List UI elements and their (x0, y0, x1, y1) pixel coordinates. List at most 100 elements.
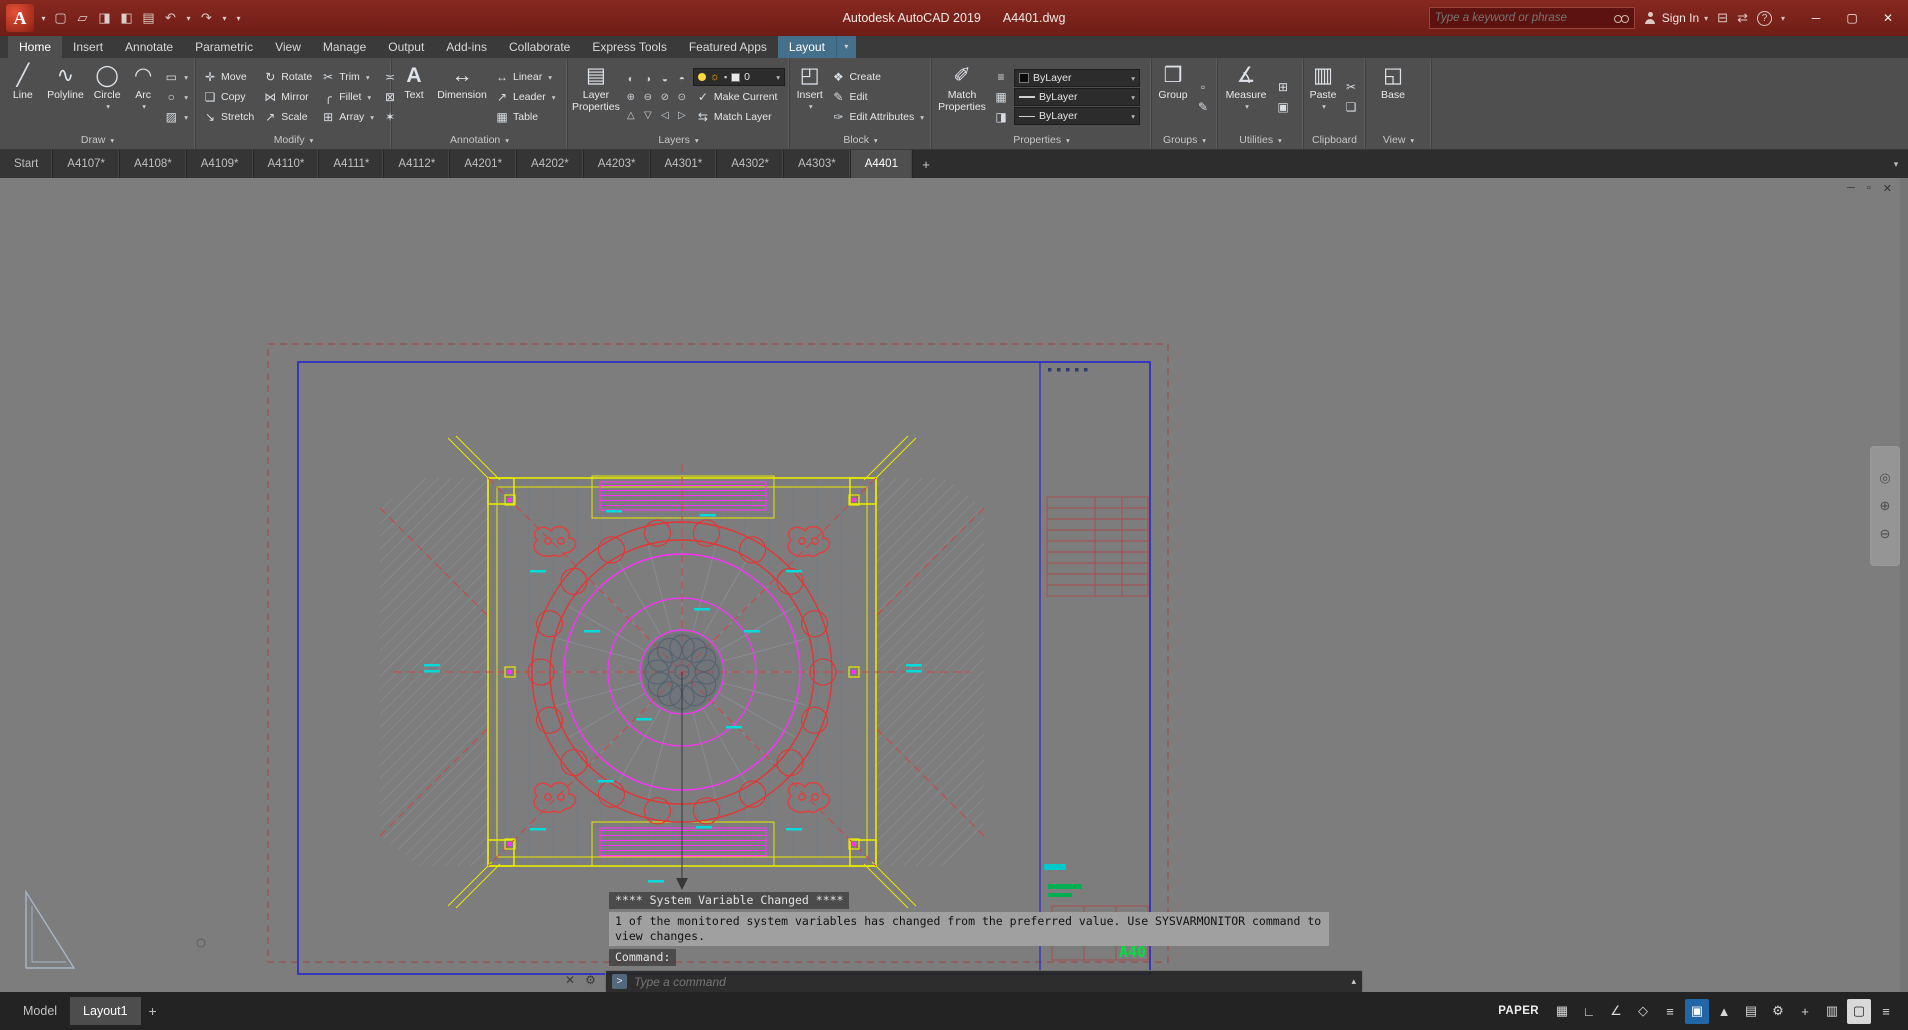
drawing-close-button[interactable]: ✕ (1883, 182, 1892, 195)
ribbon-tab-manage[interactable]: Manage (312, 36, 377, 58)
layer-vpfreeze-icon[interactable]: ▽ (640, 107, 656, 124)
hardware-acceleration-icon[interactable]: ▥ (1820, 999, 1844, 1024)
group-edit-button[interactable]: ✎ (1193, 98, 1213, 117)
undo-icon[interactable]: ↶ (160, 7, 181, 29)
polar-tracking-icon[interactable]: ∠ (1604, 999, 1628, 1024)
file-tab-a4303[interactable]: A4303* (784, 150, 851, 178)
snap-icon[interactable]: ∟ (1577, 999, 1601, 1024)
annotation-panel-title[interactable]: Annotation ▾ (392, 133, 567, 149)
dimension-button[interactable]: ↔ Dimension (435, 61, 489, 133)
layers-panel-title[interactable]: Layers ▾ (568, 133, 789, 149)
file-tab-a4109[interactable]: A4109* (187, 150, 254, 178)
layer-unisolate-icon[interactable]: ⊖ (640, 89, 656, 106)
canvas-scrollbar[interactable] (1900, 178, 1908, 992)
insert-button[interactable]: ◰ Insert ▾ (794, 61, 825, 133)
file-tab-a4201[interactable]: A4201* (450, 150, 517, 178)
redo-icon[interactable]: ↷ (196, 7, 217, 29)
new-drawing-tab-button[interactable]: + (913, 150, 939, 178)
copy-clip-button[interactable]: ❏ (1341, 98, 1361, 117)
layer-unlock-icon[interactable]: ⊙ (674, 89, 690, 106)
file-tab-a4401[interactable]: A4401 (851, 150, 913, 178)
lineweight-icon[interactable]: ≡ (1658, 999, 1682, 1024)
cut-button[interactable]: ✂ (1341, 78, 1361, 97)
grid-icon[interactable]: ▦ (1550, 999, 1574, 1024)
create-block-button[interactable]: ❖ Create (828, 68, 927, 87)
array-button[interactable]: ⊞ Array ▾ (318, 108, 377, 127)
table-button[interactable]: ▦ Table (492, 108, 558, 127)
fillet-button[interactable]: ╭ Fillet ▾ (318, 88, 377, 107)
layer-dropdown[interactable]: ☼ ▪ 0 ▾ (693, 68, 785, 86)
file-tabs-overflow-icon[interactable]: ▾ (1884, 150, 1908, 178)
layer-on-icon[interactable]: ⊕ (623, 89, 639, 106)
navigation-bar[interactable]: ◎ ⊕ ⊖ (1870, 446, 1900, 566)
layer-off-icon[interactable]: ◐ (623, 71, 639, 88)
match-layer-button[interactable]: ⇆ Match Layer (693, 107, 785, 126)
autocad-logo-icon[interactable]: A (6, 4, 34, 32)
ribbon-tab-addins[interactable]: Add-ins (435, 36, 498, 58)
command-customize-icon[interactable]: ⚙ (585, 973, 596, 987)
file-tab-a4112[interactable]: A4112* (384, 150, 450, 178)
draw-panel-title[interactable]: Draw ▾ (0, 133, 195, 149)
ribbon-tab-insert[interactable]: Insert (62, 36, 114, 58)
layer-merge-icon[interactable]: ◁ (657, 107, 673, 124)
maximize-button[interactable]: ▢ (1834, 4, 1870, 32)
object-snap-icon[interactable]: ◇ (1631, 999, 1655, 1024)
close-button[interactable]: ✕ (1870, 4, 1906, 32)
properties-table-button[interactable]: ▦ (991, 88, 1011, 107)
save-as-icon[interactable]: ◧ (116, 7, 137, 29)
ribbon-tab-featured-apps[interactable]: Featured Apps (678, 36, 778, 58)
command-line[interactable]: > ▴ (605, 970, 1363, 992)
properties-panel-title[interactable]: Properties ▾ (932, 133, 1151, 149)
layer-lock-icon[interactable]: ◓ (674, 71, 690, 88)
rotate-button[interactable]: ↻ Rotate (260, 68, 315, 87)
steering-wheel-icon[interactable]: ◎ (1879, 470, 1890, 486)
cad-drawing[interactable]: A40 (0, 178, 1908, 992)
new-file-icon[interactable]: ▢ (50, 7, 71, 29)
paste-button[interactable]: ▥ Paste ▾ (1308, 61, 1338, 133)
ungroup-button[interactable]: ▫ (1193, 78, 1213, 97)
measure-button[interactable]: ∡ Measure ▾ (1222, 61, 1270, 133)
layer-properties-button[interactable]: ▤ Layer Properties (572, 61, 620, 133)
match-properties-button[interactable]: ✐ Match Properties (936, 61, 988, 133)
hatch-button[interactable]: ▨ ▾ (161, 108, 191, 127)
annotation-monitor-icon[interactable]: + (1793, 999, 1817, 1024)
annotation-visibility-icon[interactable]: ▲ (1712, 999, 1736, 1024)
quick-select-button[interactable]: ⊞ (1273, 78, 1293, 97)
linetype-dropdown[interactable]: ByLayer ▾ (1014, 107, 1140, 125)
modify-panel-title[interactable]: Modify ▾ (196, 133, 391, 149)
search-icon[interactable] (1614, 13, 1629, 24)
command-close-icon[interactable]: ✕ (565, 973, 575, 987)
polyline-button[interactable]: ∿ Polyline (45, 61, 87, 133)
file-tab-a4302[interactable]: A4302* (717, 150, 784, 178)
circle-button[interactable]: ◯ Circle ▾ (89, 61, 125, 133)
text-button[interactable]: A Text (396, 61, 432, 133)
command-history-toggle-icon[interactable]: ▴ (1351, 976, 1356, 987)
mirror-button[interactable]: ⋈ Mirror (260, 88, 315, 107)
object-color-dropdown[interactable]: ByLayer ▾ (1014, 69, 1140, 87)
qat-customize-icon[interactable]: ▾ (232, 7, 245, 29)
ribbon-tab-home[interactable]: Home (8, 36, 62, 58)
layer-walk-icon[interactable]: △ (623, 107, 639, 124)
move-button[interactable]: ✛ Move (200, 68, 257, 87)
edit-attributes-button[interactable]: ✑ Edit Attributes ▾ (828, 108, 927, 127)
ribbon-tab-collaborate[interactable]: Collaborate (498, 36, 581, 58)
view-panel-title[interactable]: View ▾ (1366, 133, 1431, 149)
ribbon-tab-parametric[interactable]: Parametric (184, 36, 264, 58)
clipboard-panel-title[interactable]: Clipboard (1304, 133, 1365, 149)
trim-button[interactable]: ✂ Trim ▾ (318, 68, 377, 87)
layer-thaw-icon[interactable]: ⊘ (657, 89, 673, 106)
layer-freeze-icon[interactable]: ◒ (657, 71, 673, 88)
layer-isolate-icon[interactable]: ◑ (640, 71, 656, 88)
customization-icon[interactable]: ≡ (1874, 999, 1898, 1024)
lineweight-dropdown[interactable]: ByLayer ▾ (1014, 88, 1140, 106)
ribbon-tab-view[interactable]: View (264, 36, 312, 58)
model-tab[interactable]: Model (10, 997, 70, 1025)
stay-connected-icon[interactable]: ⇄ (1737, 10, 1748, 26)
command-input[interactable] (634, 975, 1344, 989)
ellipse-button[interactable]: ○ ▾ (161, 88, 191, 107)
drawing-restore-button[interactable]: ▫ (1867, 182, 1871, 195)
help-icon[interactable]: ? (1757, 11, 1772, 26)
help-search-box[interactable] (1429, 7, 1635, 29)
zoom-in-icon[interactable]: ⊕ (1880, 498, 1891, 514)
file-tab-start[interactable]: Start (0, 150, 53, 178)
